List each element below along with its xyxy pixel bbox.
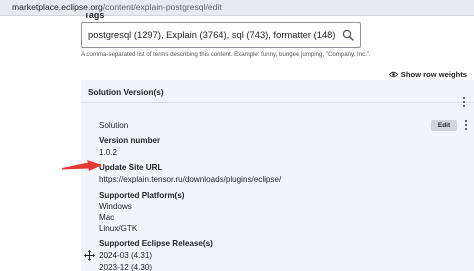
tags-input-value[interactable]: postgresql (1297), Explain (3764), sql (… <box>88 29 336 40</box>
release-item: 2023-12 (4.30) <box>99 263 153 271</box>
search-icon[interactable] <box>342 29 354 41</box>
kebab-menu-icon[interactable] <box>464 120 468 132</box>
update-site-url-label: Update Site URL <box>99 163 163 172</box>
show-row-weights-label: Show row weights <box>400 70 467 79</box>
supported-releases-label: Supported Eclipse Release(s) <box>99 239 213 248</box>
eye-icon <box>388 71 398 78</box>
tags-help-text: A comma-separated list of terms describi… <box>81 51 371 58</box>
platform-item: Linux/GTK <box>99 224 138 233</box>
platform-item: Mac <box>99 213 115 222</box>
edit-button[interactable]: Edit <box>431 120 457 131</box>
version-number-label: Version number <box>99 136 161 145</box>
browser-address-bar[interactable]: marketplace.eclipse.org/content/explain-… <box>0 0 474 16</box>
move-icon[interactable] <box>84 250 95 261</box>
solution-label: Solution <box>99 121 129 130</box>
tags-input[interactable]: postgresql (1297), Explain (3764), sql (… <box>81 22 361 48</box>
kebab-menu-icon[interactable] <box>462 97 466 109</box>
solution-versions-panel: Solution Version(s) Solution Edit Versio… <box>81 80 474 271</box>
version-number-value: 1.0.2 <box>99 148 118 157</box>
solution-versions-title: Solution Version(s) <box>88 87 164 97</box>
tags-field-label: Tags <box>84 13 105 20</box>
address-bar-url[interactable]: marketplace.eclipse.org/content/explain-… <box>12 1 222 14</box>
release-item: 2024-03 (4.31) <box>99 251 153 260</box>
solution-versions-header: Solution Version(s) <box>81 80 474 107</box>
supported-platforms-label: Supported Platform(s) <box>99 191 185 200</box>
red-arrow-icon <box>62 160 102 171</box>
platform-item: Windows <box>99 202 132 211</box>
show-row-weights-button[interactable]: Show row weights <box>388 70 467 79</box>
update-site-url-value: https://explain.tensor.ru/downloads/plug… <box>99 175 282 184</box>
